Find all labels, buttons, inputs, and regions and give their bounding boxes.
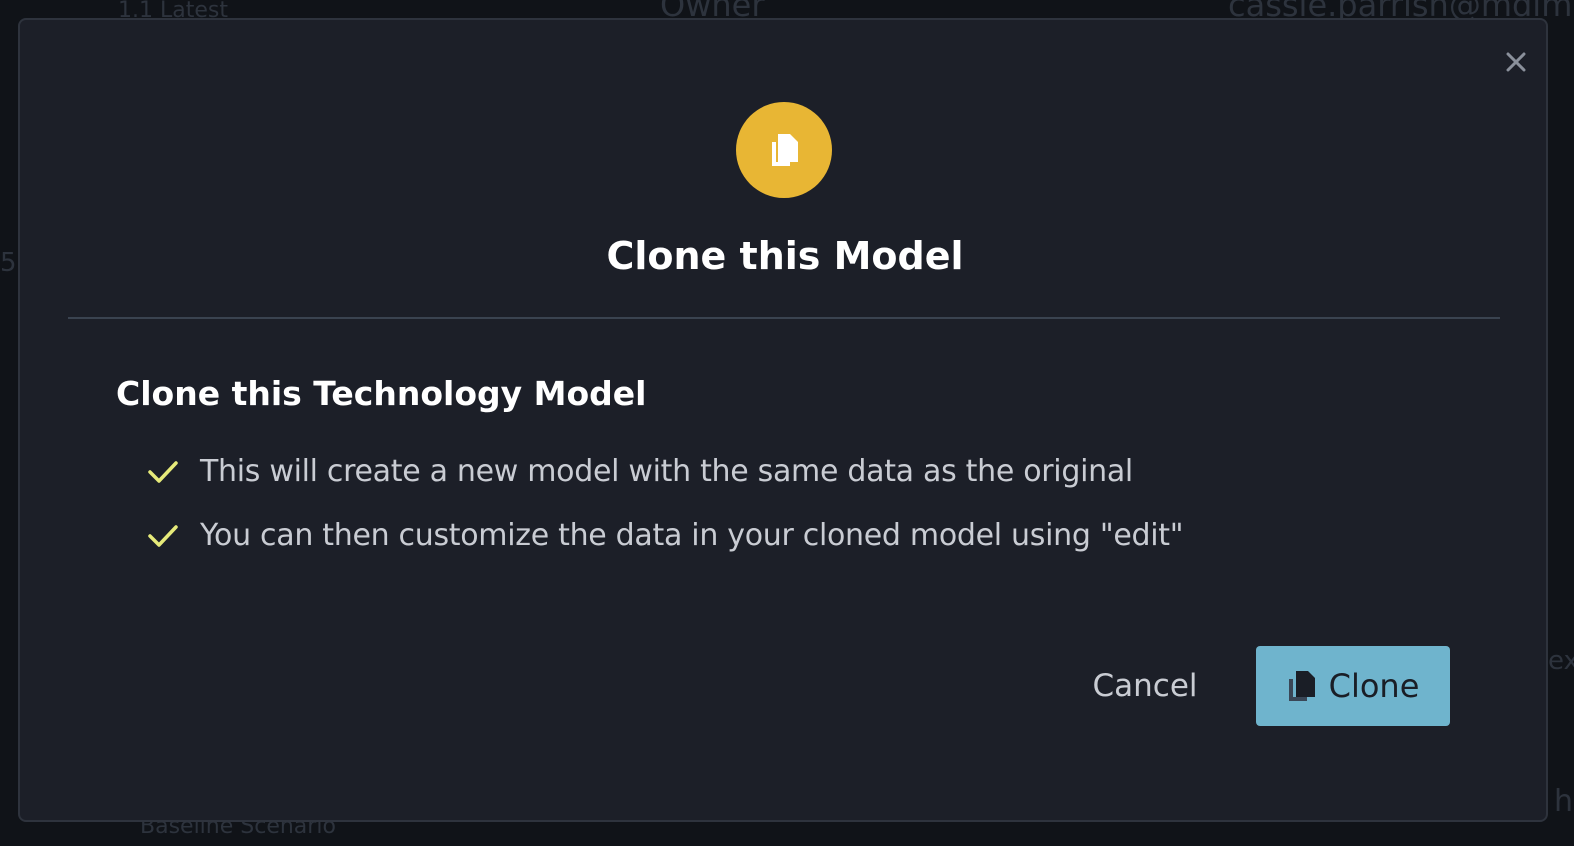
- background-caret-icon: ^: [334, 0, 352, 11]
- section-title: Clone this Technology Model: [116, 374, 647, 413]
- background-text-fragment: ex: [1548, 646, 1574, 676]
- background-text-fragment: h: [1554, 784, 1574, 819]
- close-button[interactable]: [1500, 46, 1532, 78]
- header-copy-badge: [736, 102, 832, 198]
- dialog-title: Clone this Model: [606, 234, 964, 278]
- cancel-button[interactable]: Cancel: [1080, 660, 1210, 712]
- copy-icon: [772, 134, 798, 166]
- info-checklist: This will create a new model with the sa…: [146, 440, 1184, 568]
- clone-model-dialog: Clone this Model Clone this Technology M…: [18, 18, 1548, 822]
- clone-button-label: Clone: [1328, 667, 1420, 705]
- clone-button[interactable]: Clone: [1256, 646, 1450, 726]
- list-item-text: You can then customize the data in your …: [200, 518, 1184, 553]
- list-item: This will create a new model with the sa…: [146, 440, 1183, 504]
- check-icon: [146, 455, 180, 489]
- close-icon: [1506, 52, 1526, 72]
- list-item-text: This will create a new model with the sa…: [200, 454, 1133, 489]
- divider: [68, 317, 1500, 319]
- background-text-fragment: 5: [0, 248, 17, 278]
- check-icon: [146, 519, 180, 553]
- list-item: You can then customize the data in your …: [146, 504, 1184, 568]
- copy-icon: [1287, 669, 1317, 703]
